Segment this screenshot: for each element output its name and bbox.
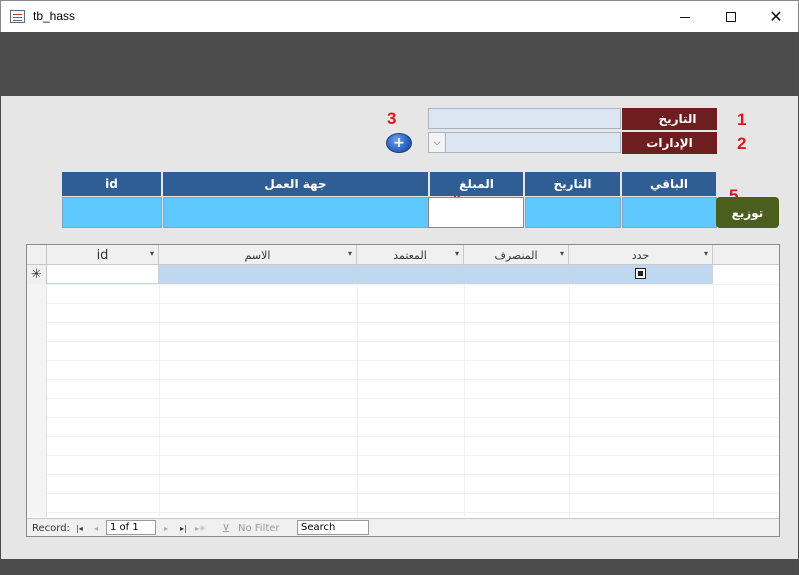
new-record-icon[interactable]: ✳ — [27, 265, 47, 284]
close-button[interactable]: ✕ — [753, 1, 799, 33]
empty-grid-area — [47, 284, 779, 517]
cell-select[interactable] — [569, 265, 713, 284]
minimize-button[interactable] — [662, 1, 708, 33]
column-label: المعتمد — [393, 248, 427, 262]
column-header-approved[interactable]: المعتمد ▾ — [357, 245, 464, 265]
new-record-nav-icon[interactable]: ▸✳ — [195, 521, 206, 535]
cell-spent[interactable] — [464, 265, 569, 284]
form-footer — [1, 559, 798, 575]
no-filter-label[interactable]: No Filter — [238, 521, 280, 535]
select-checkbox[interactable] — [635, 268, 646, 279]
header-date: التاريخ — [525, 172, 621, 196]
dropdown-arrow-icon[interactable]: ▾ — [560, 249, 564, 258]
column-header-spent[interactable]: المنصرف ▾ — [464, 245, 569, 265]
datasheet-subform: id ▾ الاسم ▾ المعتمد ▾ المنصرف ▾ حدد ▾ ✳ — [26, 244, 780, 537]
maximize-button[interactable] — [708, 1, 754, 33]
distribute-button[interactable]: توزيع — [716, 197, 779, 228]
chevron-down-icon[interactable]: ⌵ — [429, 133, 446, 152]
header-work-entity: جهة العمل — [163, 172, 429, 196]
id-field[interactable] — [62, 197, 162, 228]
grid-divider — [569, 284, 570, 517]
previous-record-icon[interactable]: ◂ — [94, 521, 98, 535]
header-remaining: الباقي — [622, 172, 717, 196]
cell-id[interactable] — [47, 265, 159, 284]
column-label: id — [96, 247, 109, 263]
remaining-field[interactable] — [622, 197, 717, 228]
new-record-row[interactable]: ✳ — [27, 265, 779, 284]
date-label: التاريخ — [622, 108, 717, 130]
departments-combo[interactable]: ⌵ — [428, 132, 621, 153]
minimize-icon — [680, 16, 690, 18]
column-header-select[interactable]: حدد ▾ — [569, 245, 713, 265]
current-record-input[interactable]: 1 of 1 — [106, 520, 156, 535]
add-button[interactable]: + — [386, 133, 412, 153]
date-field[interactable] — [525, 197, 621, 228]
search-input[interactable]: Search — [297, 520, 369, 535]
column-label: المنصرف — [494, 248, 538, 262]
dropdown-arrow-icon[interactable]: ▾ — [348, 249, 352, 258]
amount-field[interactable] — [428, 197, 524, 228]
grid-divider — [159, 284, 160, 517]
column-header-id[interactable]: id ▾ — [47, 245, 159, 265]
departments-label: الإدارات — [622, 132, 717, 154]
cell-name[interactable] — [159, 265, 357, 284]
annotation-3: 3 — [387, 109, 397, 128]
header-amount: المبلغ — [430, 172, 524, 196]
maximize-icon — [726, 12, 736, 22]
form-icon — [10, 10, 25, 23]
window-title: tb_hass — [33, 9, 76, 23]
window-titlebar: tb_hass ✕ — [0, 0, 799, 32]
record-navigation-bar: Record: |◂ ◂ 1 of 1 ▸ ▸| ▸✳ ⊻ No Filter … — [27, 518, 779, 536]
date-input[interactable] — [428, 108, 621, 129]
row-selector-column — [27, 284, 47, 517]
record-label: Record: — [32, 522, 70, 534]
cell-approved[interactable] — [357, 265, 464, 284]
column-label: الاسم — [244, 248, 271, 262]
close-icon: ✕ — [769, 7, 783, 26]
dropdown-arrow-icon[interactable]: ▾ — [455, 249, 459, 258]
work-entity-field[interactable] — [163, 197, 429, 228]
form-header — [1, 32, 798, 96]
annotation-2: 2 — [737, 134, 747, 153]
dropdown-arrow-icon[interactable]: ▾ — [704, 249, 708, 258]
first-record-icon[interactable]: |◂ — [76, 521, 83, 535]
column-header-name[interactable]: الاسم ▾ — [159, 245, 357, 265]
annotation-1: 1 — [737, 110, 747, 129]
next-record-icon[interactable]: ▸ — [164, 521, 168, 535]
last-record-icon[interactable]: ▸| — [180, 521, 187, 535]
grid-divider — [464, 284, 465, 517]
grid-divider — [357, 284, 358, 517]
dropdown-arrow-icon[interactable]: ▾ — [150, 249, 154, 258]
column-label: حدد — [631, 248, 650, 262]
datasheet-header: id ▾ الاسم ▾ المعتمد ▾ المنصرف ▾ حدد ▾ — [27, 245, 779, 265]
header-id: id — [62, 172, 162, 196]
grid-divider — [713, 284, 714, 517]
select-all-corner[interactable] — [27, 245, 47, 265]
filter-icon[interactable]: ⊻ — [222, 521, 230, 535]
